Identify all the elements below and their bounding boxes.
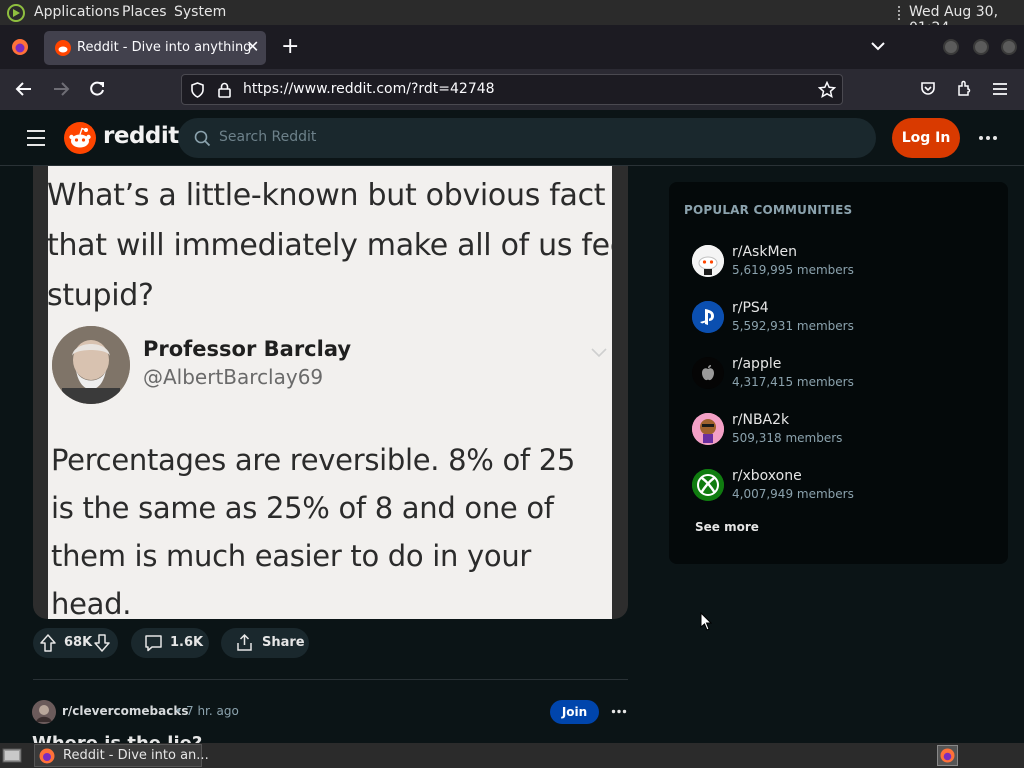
list-all-tabs-icon[interactable] [871, 41, 885, 51]
firefox-icon [39, 748, 55, 764]
more-options-icon[interactable] [978, 135, 998, 141]
gnome-foot-icon[interactable] [6, 3, 26, 23]
bookmark-star-icon[interactable] [818, 81, 836, 99]
community-name: r/xboxone [732, 468, 802, 484]
meta-separator: • [175, 704, 183, 718]
post-time: 7 hr. ago [186, 704, 239, 718]
askmen-avatar-icon [692, 245, 724, 277]
reddit-favicon-icon [55, 40, 71, 56]
places-menu[interactable]: Places [122, 4, 167, 20]
author-name: Professor Barclay [143, 337, 352, 361]
login-button[interactable]: Log In [892, 118, 960, 158]
subreddit-avatar[interactable] [32, 700, 56, 724]
question-text: What’s a little-known but obvious fact t… [48, 171, 612, 321]
share-icon [235, 633, 254, 652]
search-icon [194, 130, 211, 147]
reddit-wordmark[interactable]: reddit [103, 123, 179, 149]
nba2k-avatar-icon [692, 413, 724, 445]
reload-icon[interactable] [88, 80, 106, 98]
apple-icon [692, 357, 724, 389]
bottom-taskbar: Reddit - Dive into an... [0, 743, 1024, 768]
reddit-logo-icon[interactable] [64, 122, 96, 154]
community-members: 4,007,949 members [732, 487, 854, 501]
minimize-window-icon[interactable] [943, 39, 959, 55]
downvote-icon[interactable] [94, 634, 110, 652]
community-item-ps4[interactable]: r/PS4 5,592,931 members [684, 294, 994, 340]
community-members: 509,318 members [732, 431, 843, 445]
taskbar-window-button[interactable]: Reddit - Dive into an... [34, 744, 209, 767]
taskbar-window-title: Reddit - Dive into an... [63, 748, 209, 763]
community-members: 5,619,995 members [732, 263, 854, 277]
join-button[interactable]: Join [550, 700, 599, 724]
community-item-askmen[interactable]: r/AskMen 5,619,995 members [684, 238, 994, 284]
community-item-xboxone[interactable]: r/xboxone 4,007,949 members [684, 462, 994, 508]
post-options-icon[interactable] [611, 709, 627, 714]
hamburger-menu-icon[interactable] [992, 82, 1008, 96]
answer-line: head. [51, 587, 132, 619]
forward-arrow-icon[interactable] [52, 81, 70, 97]
share-label: Share [262, 635, 305, 650]
pocket-icon[interactable] [920, 81, 936, 97]
maximize-window-icon[interactable] [973, 39, 989, 55]
close-window-icon[interactable] [1001, 39, 1017, 55]
vote-control: 68K [33, 628, 118, 658]
system-menu[interactable]: System [174, 4, 226, 20]
comments-button[interactable]: 1.6K [131, 628, 209, 658]
community-item-apple[interactable]: r/apple 4,317,415 members [684, 350, 994, 396]
community-members: 5,592,931 members [732, 319, 854, 333]
question-line: What’s a little-known but obvious fact [48, 178, 606, 213]
comment-icon [144, 634, 163, 652]
community-name: r/PS4 [732, 300, 769, 316]
reddit-menu-icon[interactable] [26, 129, 46, 147]
community-item-nba2k[interactable]: r/NBA2k 509,318 members [684, 406, 994, 452]
new-tab-icon[interactable]: + [281, 34, 299, 59]
xbox-icon [692, 469, 724, 501]
vote-count: 68K [64, 635, 93, 650]
community-name: r/AskMen [732, 244, 798, 260]
panel-handle [898, 6, 902, 20]
show-desktop-icon[interactable] [2, 747, 22, 764]
post-image[interactable]: What’s a little-known but obvious fact t… [48, 166, 612, 619]
question-line: stupid? [48, 278, 154, 313]
tab-close-icon[interactable]: ✕ [246, 37, 259, 56]
playstation-icon [692, 301, 724, 333]
answer-text: Percentages are reversible. 8% of 25 is … [51, 436, 575, 619]
answer-line: Percentages are reversible. 8% of 25 [51, 443, 576, 477]
workspace-switcher[interactable] [937, 745, 958, 766]
tracking-shield-icon[interactable] [190, 82, 205, 98]
firefox-menu-icon[interactable] [11, 38, 29, 56]
search-placeholder: Search Reddit [219, 129, 317, 145]
community-members: 4,317,415 members [732, 375, 854, 389]
community-name: r/NBA2k [732, 412, 790, 428]
author-handle: @AlbertBarclay69 [143, 365, 324, 389]
lock-icon[interactable] [218, 82, 231, 98]
share-button[interactable]: Share [221, 628, 309, 658]
upvote-icon[interactable] [40, 634, 56, 652]
applications-menu[interactable]: Applications [34, 4, 120, 20]
reddit-search-bar[interactable]: Search Reddit [178, 118, 876, 158]
answer-line: them is much easier to do in your [51, 539, 532, 573]
answer-line: is the same as 25% of 8 and one of [51, 491, 554, 525]
tab-title: Reddit - Dive into anything [77, 40, 252, 55]
system-top-panel: Applications Places System Wed Aug 30, 0… [0, 0, 1024, 36]
mouse-cursor-icon [700, 612, 712, 631]
community-name: r/apple [732, 356, 782, 372]
popular-communities-panel: POPULAR COMMUNITIES r/AskMen 5,619,995 m… [669, 182, 1008, 564]
sidebar-heading: POPULAR COMMUNITIES [684, 203, 853, 217]
post-divider [33, 679, 628, 680]
browser-tab-active[interactable]: Reddit - Dive into anything ✕ [44, 31, 266, 65]
back-arrow-icon[interactable] [15, 81, 33, 97]
author-avatar [52, 326, 130, 404]
comment-count: 1.6K [170, 635, 204, 650]
url-text[interactable]: https://www.reddit.com/?rdt=42748 [243, 81, 495, 97]
see-more-button[interactable]: See more [695, 520, 759, 534]
extensions-icon[interactable] [956, 80, 973, 97]
question-line: that will immediately make all of us fee… [48, 228, 612, 263]
subreddit-name[interactable]: r/clevercomebacks [62, 704, 188, 718]
chevron-down-icon [591, 348, 607, 358]
url-bar[interactable]: https://www.reddit.com/?rdt=42748 [181, 74, 843, 105]
